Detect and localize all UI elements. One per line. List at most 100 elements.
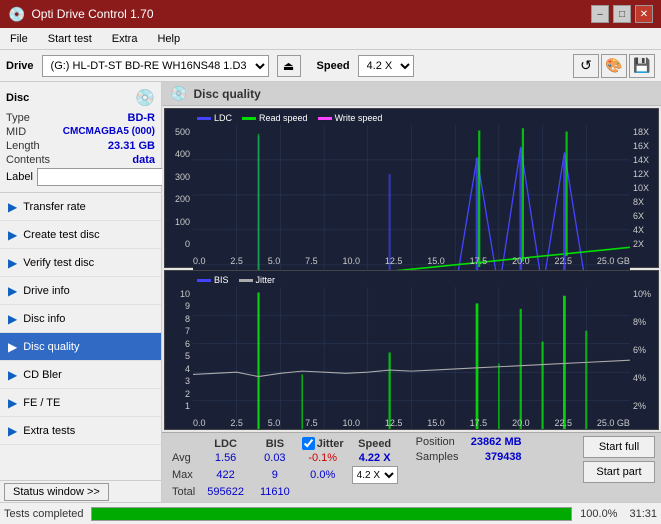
sidebar-item-extra-tests[interactable]: ▶ Extra tests [0, 417, 161, 445]
jitter-checkbox[interactable] [302, 437, 315, 450]
legend-bis-label: BIS [214, 275, 229, 285]
y-right-2x: 2X [633, 239, 644, 249]
by-label-8: 8 [185, 314, 190, 324]
legend-jitter-color [239, 279, 253, 282]
menu-extra[interactable]: Extra [106, 31, 144, 47]
sidebar-item-disc-quality[interactable]: ▶ Disc quality [0, 333, 161, 361]
stats-speed-dropdown[interactable]: 4.2 X [352, 466, 398, 484]
chart-bottom-y-axis-right: 10% 8% 6% 4% 2% [630, 287, 658, 413]
save-button[interactable]: 💾 [629, 54, 655, 78]
stats-avg-speed-cell: 4.22 X [348, 451, 402, 465]
stats-empty-cell [168, 436, 199, 451]
disc-header: Disc 💿 [6, 88, 155, 108]
bottom-status-bar: Tests completed 100.0% 31:31 [0, 502, 661, 524]
by-right-4: 4% [633, 373, 646, 383]
bx-label-7-5: 7.5 [305, 418, 318, 428]
x-label-7-5: 7.5 [305, 256, 318, 266]
disc-section: Disc 💿 Type BD-R MID CMCMAGBA5 (000) Len… [0, 82, 161, 193]
drive-select[interactable]: (G:) HL-DT-ST BD-RE WH16NS48 1.D3 [42, 55, 269, 77]
y-right-18x: 18X [633, 127, 649, 137]
status-window-button[interactable]: Status window >> [4, 483, 109, 501]
nav-items: ▶ Transfer rate ▶ Create test disc ▶ Ver… [0, 193, 161, 480]
refresh-button[interactable]: ↺ [573, 54, 599, 78]
sidebar-item-drive-info[interactable]: ▶ Drive info [0, 277, 161, 305]
y-right-10x: 10X [633, 183, 649, 193]
maximize-button[interactable]: □ [613, 5, 631, 23]
stats-avg-jitter: -0.1% [298, 451, 348, 465]
bx-label-17-5: 17.5 [470, 418, 488, 428]
x-label-15: 15.0 [427, 256, 445, 266]
samples-label: Samples [416, 451, 459, 463]
content-area: 💿 Disc quality LDC Read speed [162, 82, 661, 502]
start-part-button[interactable]: Start part [583, 461, 655, 483]
chart-bottom-y-axis-left: 10 9 8 7 6 5 4 3 2 1 [165, 287, 193, 413]
by-label-6: 6 [185, 339, 190, 349]
position-label: Position [416, 436, 455, 448]
disc-mid-label: MID [6, 126, 26, 138]
by-label-1: 1 [185, 401, 190, 411]
stats-total-speed-empty [348, 485, 402, 499]
legend-jitter: Jitter [239, 275, 276, 285]
stats-avg-ldc: 1.56 [199, 451, 252, 465]
start-full-button[interactable]: Start full [583, 436, 655, 458]
sidebar-item-verify-test-disc[interactable]: ▶ Verify test disc [0, 249, 161, 277]
fe-te-label: FE / TE [23, 397, 60, 409]
chart-top-x-axis: 0.0 2.5 5.0 7.5 10.0 12.5 15.0 17.5 20.0… [193, 256, 630, 266]
disc-label-input[interactable] [37, 168, 175, 186]
by-label-3: 3 [185, 376, 190, 386]
stats-total-bis: 11610 [252, 485, 298, 499]
speed-select[interactable]: 4.2 X [358, 55, 414, 77]
by-label-7: 7 [185, 326, 190, 336]
drive-bar: Drive (G:) HL-DT-ST BD-RE WH16NS48 1.D3 … [0, 50, 661, 82]
disc-type-value: BD-R [128, 112, 156, 124]
position-row: Position 23862 MB [416, 436, 522, 448]
menu-help[interactable]: Help [151, 31, 186, 47]
sidebar-item-fe-te[interactable]: ▶ FE / TE [0, 389, 161, 417]
legend-read-label: Read speed [259, 113, 308, 123]
menu-start-test[interactable]: Start test [42, 31, 98, 47]
y-label-0: 0 [185, 239, 190, 249]
disc-length-row: Length 23.31 GB [6, 140, 155, 152]
disc-quality-label: Disc quality [23, 341, 79, 353]
sidebar-item-transfer-rate[interactable]: ▶ Transfer rate [0, 193, 161, 221]
stats-total-label: Total [168, 485, 199, 499]
samples-value: 379438 [485, 451, 522, 463]
eject-button[interactable]: ⏏ [277, 55, 301, 77]
close-button[interactable]: ✕ [635, 5, 653, 23]
progress-bar-fill [92, 508, 571, 520]
legend-jitter-label: Jitter [256, 275, 276, 285]
sidebar-item-disc-info[interactable]: ▶ Disc info [0, 305, 161, 333]
stats-header-ldc: LDC [199, 436, 252, 451]
drive-label: Drive [6, 60, 34, 72]
stats-header-speed: Speed [348, 436, 402, 451]
by-right-10: 10% [633, 289, 651, 299]
stats-total-ldc: 595622 [199, 485, 252, 499]
chart-bottom-x-axis: 0.0 2.5 5.0 7.5 10.0 12.5 15.0 17.5 20.0… [193, 418, 630, 428]
menu-file[interactable]: File [4, 31, 34, 47]
minimize-button[interactable]: – [591, 5, 609, 23]
bx-label-25: 25.0 GB [597, 418, 630, 428]
sidebar-item-cd-bler[interactable]: ▶ CD Bler [0, 361, 161, 389]
theme-button[interactable]: 🎨 [601, 54, 627, 78]
stats-table: LDC BIS Jitter Speed Avg 1.56 0.03 -0.1% [168, 436, 402, 499]
drive-info-label: Drive info [23, 285, 69, 297]
legend-ldc: LDC [197, 113, 232, 123]
sidebar-item-create-test-disc[interactable]: ▶ Create test disc [0, 221, 161, 249]
x-label-0: 0.0 [193, 256, 206, 266]
legend-write-speed: Write speed [318, 113, 383, 123]
cd-bler-label: CD Bler [23, 369, 62, 381]
bx-label-10: 10.0 [343, 418, 361, 428]
time-label: 31:31 [629, 508, 657, 520]
verify-test-disc-icon: ▶ [8, 256, 17, 270]
x-label-22-5: 22.5 [554, 256, 572, 266]
create-test-disc-icon: ▶ [8, 228, 17, 242]
y-label-100: 100 [175, 217, 190, 227]
disc-contents-value: data [132, 154, 155, 166]
fe-te-icon: ▶ [8, 396, 17, 410]
legend-write-label: Write speed [335, 113, 383, 123]
stats-header-bis: BIS [252, 436, 298, 451]
y-right-12x: 12X [633, 169, 649, 179]
content-header-icon: 💿 [170, 85, 187, 102]
app-icon: 💿 [8, 6, 25, 23]
y-label-400: 400 [175, 149, 190, 159]
